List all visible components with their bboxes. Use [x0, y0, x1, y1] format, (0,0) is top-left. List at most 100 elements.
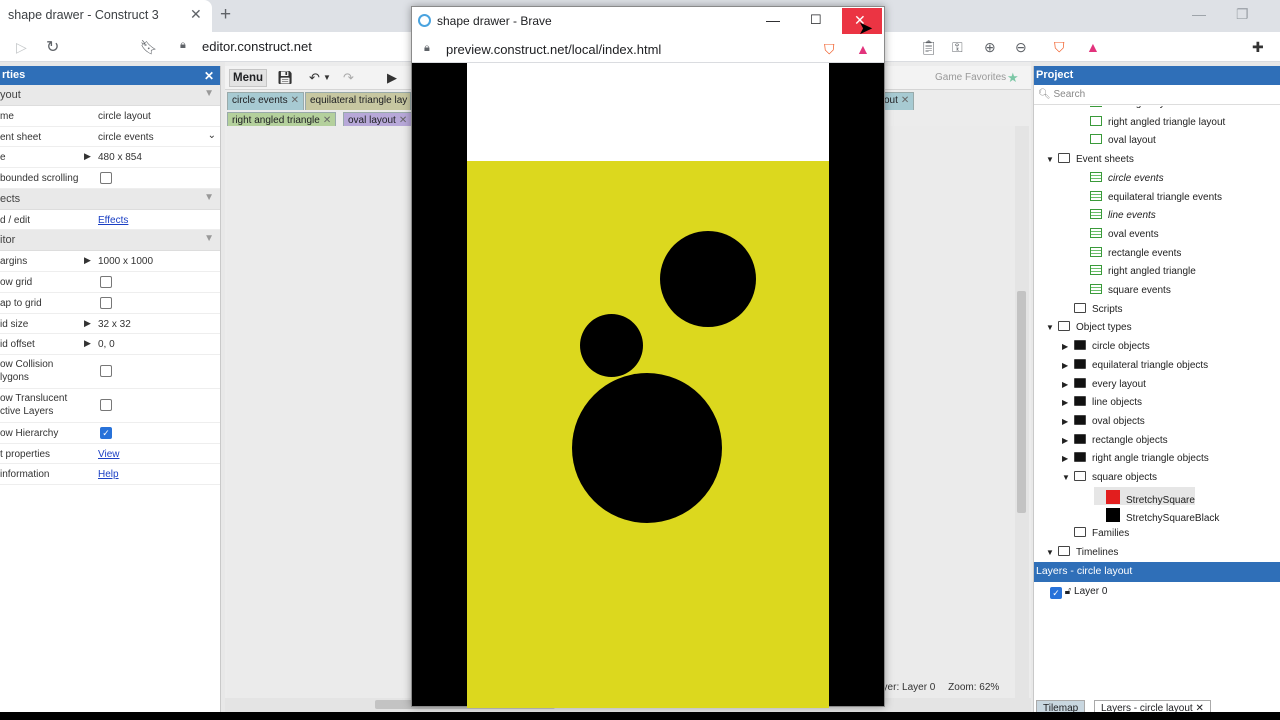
effects-link[interactable]: Effects — [98, 215, 128, 226]
vertical-scrollbar[interactable] — [1015, 126, 1029, 698]
tree-item[interactable]: rectangle layout — [1078, 106, 1179, 112]
tree-item[interactable]: StretchySquare — [1094, 486, 1195, 506]
undo-icon[interactable]: ↶ — [309, 70, 320, 86]
collapse-icon[interactable]: ▼ — [204, 233, 214, 244]
tree-item[interactable]: ▶ right angle triangle objects — [1062, 449, 1209, 467]
tree-item[interactable]: StretchySquareBlack — [1094, 505, 1219, 524]
tab-close-icon[interactable]: ✕ — [323, 115, 331, 126]
tree-item[interactable]: ▼ Object types — [1046, 318, 1132, 336]
zoom-out-icon[interactable]: ⊖ — [1015, 39, 1027, 56]
help-link[interactable]: Help — [98, 469, 119, 480]
tree-item[interactable]: ▶ line objects — [1062, 393, 1142, 411]
expand-arrow-icon[interactable]: ▶ — [1062, 398, 1074, 407]
tab-close-icon[interactable]: ✕ — [291, 95, 299, 106]
expanded-arrow-icon[interactable]: ▼ — [1046, 323, 1058, 332]
tree-item[interactable]: Families — [1062, 524, 1129, 542]
new-tab-icon[interactable]: + — [220, 4, 231, 26]
show-grid-checkbox[interactable] — [100, 276, 112, 289]
tree-item[interactable]: Scripts — [1062, 300, 1123, 318]
tree-item[interactable]: rectangle events — [1078, 244, 1181, 262]
tab-close-icon[interactable]: ✕ — [190, 6, 202, 23]
save-icon[interactable]: 💾︎ — [277, 70, 294, 86]
section-layout[interactable]: yout ▼ — [0, 85, 220, 106]
layer-row[interactable]: ✓ 🔓︎ Layer 0 — [1050, 586, 1107, 599]
expanded-arrow-icon[interactable]: ▼ — [1046, 548, 1058, 557]
expanded-arrow-icon[interactable]: ▼ — [1062, 473, 1074, 482]
maximize-icon[interactable]: ☐ — [810, 12, 822, 28]
address-bar[interactable]: 🔒︎ editor.construct.net — [170, 34, 420, 58]
section-effects[interactable]: ects ▼ — [0, 188, 220, 210]
collapse-icon[interactable]: ▼ — [204, 88, 214, 99]
prop-value[interactable]: 32 x 32 — [98, 319, 131, 330]
expand-arrow-icon[interactable]: ▶ — [84, 318, 91, 329]
search-input[interactable]: Search — [1053, 89, 1085, 100]
chevron-down-icon[interactable]: ▼ — [323, 73, 331, 82]
expand-arrow-icon[interactable]: ▶ — [1062, 454, 1074, 463]
tree-item[interactable]: ▼ Timelines — [1046, 543, 1118, 558]
tree-item[interactable]: ▶ equilateral triangle objects — [1062, 356, 1208, 374]
minimize-icon[interactable]: — — [1192, 6, 1206, 22]
tree-item[interactable]: ▶ circle objects — [1062, 337, 1150, 355]
tree-item[interactable]: oval layout — [1078, 131, 1156, 149]
expand-arrow-icon[interactable]: ▶ — [1062, 417, 1074, 426]
lock-icon[interactable]: 🔓︎ — [1065, 586, 1071, 597]
game-canvas[interactable] — [467, 63, 829, 708]
expand-arrow-icon[interactable]: ▶ — [1062, 342, 1074, 351]
project-search[interactable]: 🔍︎ Search — [1034, 85, 1280, 105]
clipboard-icon[interactable]: 📋︎ — [920, 39, 938, 56]
show-collision-polygons-checkbox[interactable] — [100, 364, 112, 377]
view-link[interactable]: View — [98, 449, 120, 460]
game-favorites[interactable]: Game Favorites — [935, 72, 1006, 83]
expand-arrow-icon[interactable]: ▶ — [1062, 436, 1074, 445]
tree-item[interactable]: line events — [1078, 206, 1156, 224]
tree-item[interactable]: ▶ every layout — [1062, 375, 1146, 393]
brave-shield-icon[interactable]: ⛉ — [1054, 39, 1065, 56]
reload-icon[interactable]: ↻ — [46, 37, 59, 57]
brave-rewards-icon[interactable]: ▲ — [1086, 39, 1100, 55]
prop-value[interactable]: 0, 0 — [98, 339, 115, 350]
chevron-down-icon[interactable]: ⌄ — [208, 130, 216, 141]
preview-address-bar[interactable]: 🔒︎ preview.construct.net/local/index.htm… — [412, 35, 884, 63]
play-icon[interactable]: ▶ — [387, 70, 397, 86]
bookmark-icon[interactable]: 🔖︎ — [140, 39, 158, 56]
prop-value[interactable]: 480 x 854 — [98, 152, 142, 163]
prop-value[interactable]: 1000 x 1000 — [98, 256, 153, 267]
favorites-icon[interactable]: ★ — [1007, 70, 1019, 86]
extensions-icon[interactable]: ✚ — [1252, 39, 1264, 56]
tree-item[interactable]: right angled triangle layout — [1078, 113, 1225, 131]
expand-arrow-icon[interactable]: ▶ — [1062, 380, 1074, 389]
doc-tab-circle-events[interactable]: circle events ✕ — [227, 92, 304, 110]
minimize-icon[interactable]: — — [766, 12, 780, 28]
brave-shield-icon[interactable]: ⛉ — [824, 41, 835, 58]
collapse-icon[interactable]: ▼ — [204, 192, 214, 203]
snap-to-grid-checkbox[interactable] — [100, 296, 112, 309]
tree-item[interactable]: ▼ Event sheets — [1046, 150, 1134, 168]
tree-item[interactable]: ▶ rectangle objects — [1062, 431, 1168, 449]
show-translucent-layers-checkbox[interactable] — [100, 398, 112, 411]
doc-tab-equilateral[interactable]: equilateral triangle lay — [305, 92, 411, 110]
expand-arrow-icon[interactable]: ▶ — [84, 255, 91, 266]
key-icon[interactable]: ⚿ — [952, 39, 963, 56]
section-editor[interactable]: itor ▼ — [0, 230, 220, 252]
maximize-icon[interactable]: ❐ — [1236, 6, 1249, 23]
redo-icon[interactable]: ↷ — [343, 70, 354, 86]
prop-value[interactable]: circle events — [98, 132, 154, 143]
tree-item[interactable]: circle events — [1078, 169, 1164, 187]
unbounded-scrolling-checkbox[interactable] — [100, 172, 112, 185]
expanded-arrow-icon[interactable]: ▼ — [1046, 155, 1058, 164]
brave-rewards-icon[interactable]: ▲ — [856, 41, 870, 57]
tree-item[interactable]: oval events — [1078, 225, 1159, 243]
expand-arrow-icon[interactable]: ▶ — [1062, 361, 1074, 370]
tab-close-icon[interactable]: ✕ — [399, 115, 407, 126]
menu-button[interactable]: Menu — [229, 69, 267, 87]
prop-value[interactable]: circle layout — [98, 111, 151, 122]
expand-arrow-icon[interactable]: ▶ — [84, 151, 91, 162]
tree-item[interactable]: equilateral triangle events — [1078, 188, 1222, 206]
expand-arrow-icon[interactable]: ▶ — [84, 338, 91, 349]
forward-icon[interactable]: ▷ — [16, 39, 27, 56]
close-icon[interactable]: ✕ — [204, 69, 214, 83]
show-hierarchy-checkbox[interactable]: ✓ — [100, 426, 112, 439]
tree-item[interactable]: ▼ square objects — [1062, 468, 1157, 486]
layer-visible-checkbox[interactable]: ✓ — [1050, 587, 1062, 599]
tree-item[interactable]: ▶ oval objects — [1062, 412, 1145, 430]
